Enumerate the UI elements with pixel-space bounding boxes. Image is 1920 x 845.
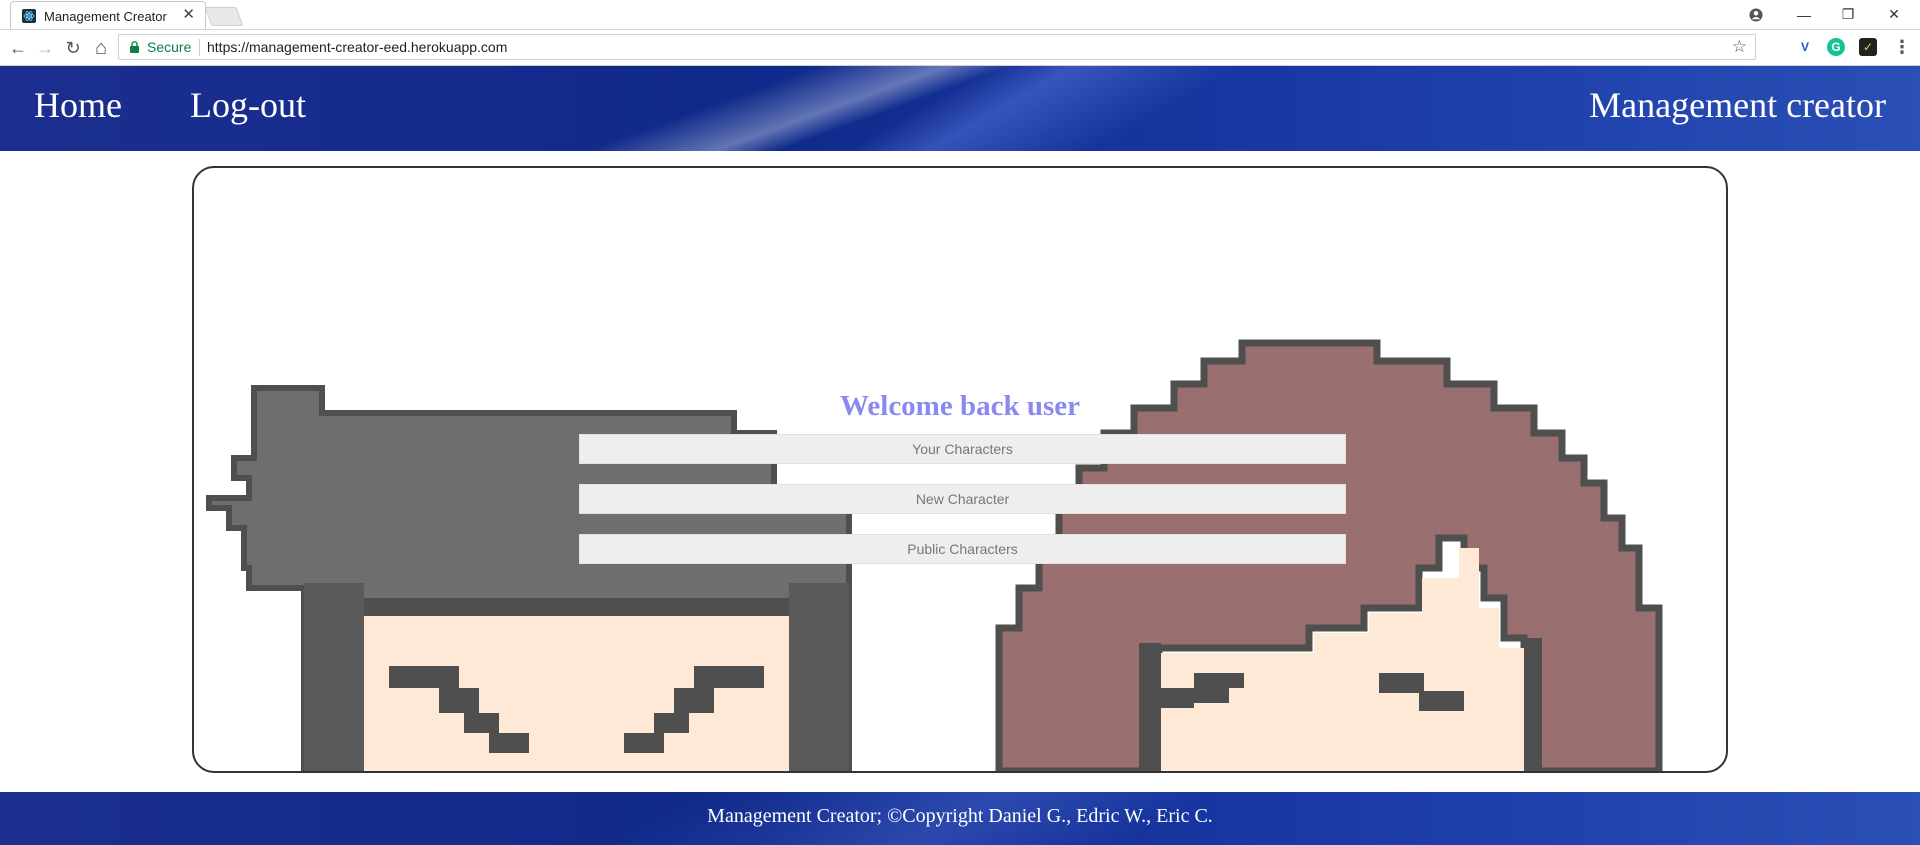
close-window-button[interactable]: ✕ [1872, 0, 1916, 29]
reload-icon[interactable]: ↻ [61, 36, 85, 60]
browser-tab[interactable]: Management Creator ✕ [10, 1, 206, 29]
bookmark-star-icon[interactable]: ☆ [1732, 37, 1747, 57]
public-characters-button[interactable]: Public Characters [579, 534, 1346, 564]
forward-arrow-icon[interactable]: → [33, 36, 57, 60]
nav-home-link[interactable]: Home [34, 84, 122, 126]
secure-label: Secure [147, 39, 192, 55]
new-character-button[interactable]: New Character [579, 484, 1346, 514]
react-favicon-icon [22, 9, 36, 23]
extension-v-icon[interactable]: V [1796, 38, 1814, 56]
your-characters-button[interactable]: Your Characters [579, 434, 1346, 464]
url-text[interactable]: https://management-creator-eed.herokuapp… [207, 39, 507, 55]
address-bar[interactable]: Secure https://management-creator-eed.he… [118, 34, 1756, 60]
site-footer: Management Creator; ©Copyright Daniel G.… [0, 792, 1920, 845]
new-tab-button[interactable] [204, 7, 244, 26]
account-icon[interactable] [1734, 0, 1778, 29]
welcome-heading: Welcome back user [839, 390, 1080, 422]
minimize-button[interactable]: — [1782, 0, 1826, 29]
site-brand: Management creator [1589, 85, 1886, 125]
pixel-art-characters-image [206, 339, 1663, 771]
site-header: Home Log-out Management creator [0, 66, 1920, 151]
tab-close-icon[interactable]: ✕ [182, 6, 195, 24]
back-arrow-icon[interactable]: ← [6, 36, 30, 60]
lock-icon [130, 41, 139, 53]
address-divider [199, 39, 200, 56]
browser-tab-bar: Management Creator ✕ — ❐ ✕ [0, 0, 1920, 30]
nav-logout-link[interactable]: Log-out [190, 84, 306, 126]
browser-toolbar: ← → ↻ ⌂ Secure https://management-creato… [0, 30, 1920, 66]
grammarly-icon[interactable]: G [1827, 38, 1845, 56]
extension-check-icon[interactable]: ✓ [1859, 38, 1877, 56]
footer-copyright: Management Creator; ©Copyright Daniel G.… [707, 805, 1213, 827]
home-icon[interactable]: ⌂ [89, 36, 113, 60]
restore-button[interactable]: ❐ [1826, 0, 1870, 29]
browser-menu-icon[interactable]: ⋮ [1893, 37, 1911, 57]
tab-title: Management Creator [44, 9, 167, 24]
main-panel: Welcome back user Your Characters New Ch… [192, 166, 1728, 773]
